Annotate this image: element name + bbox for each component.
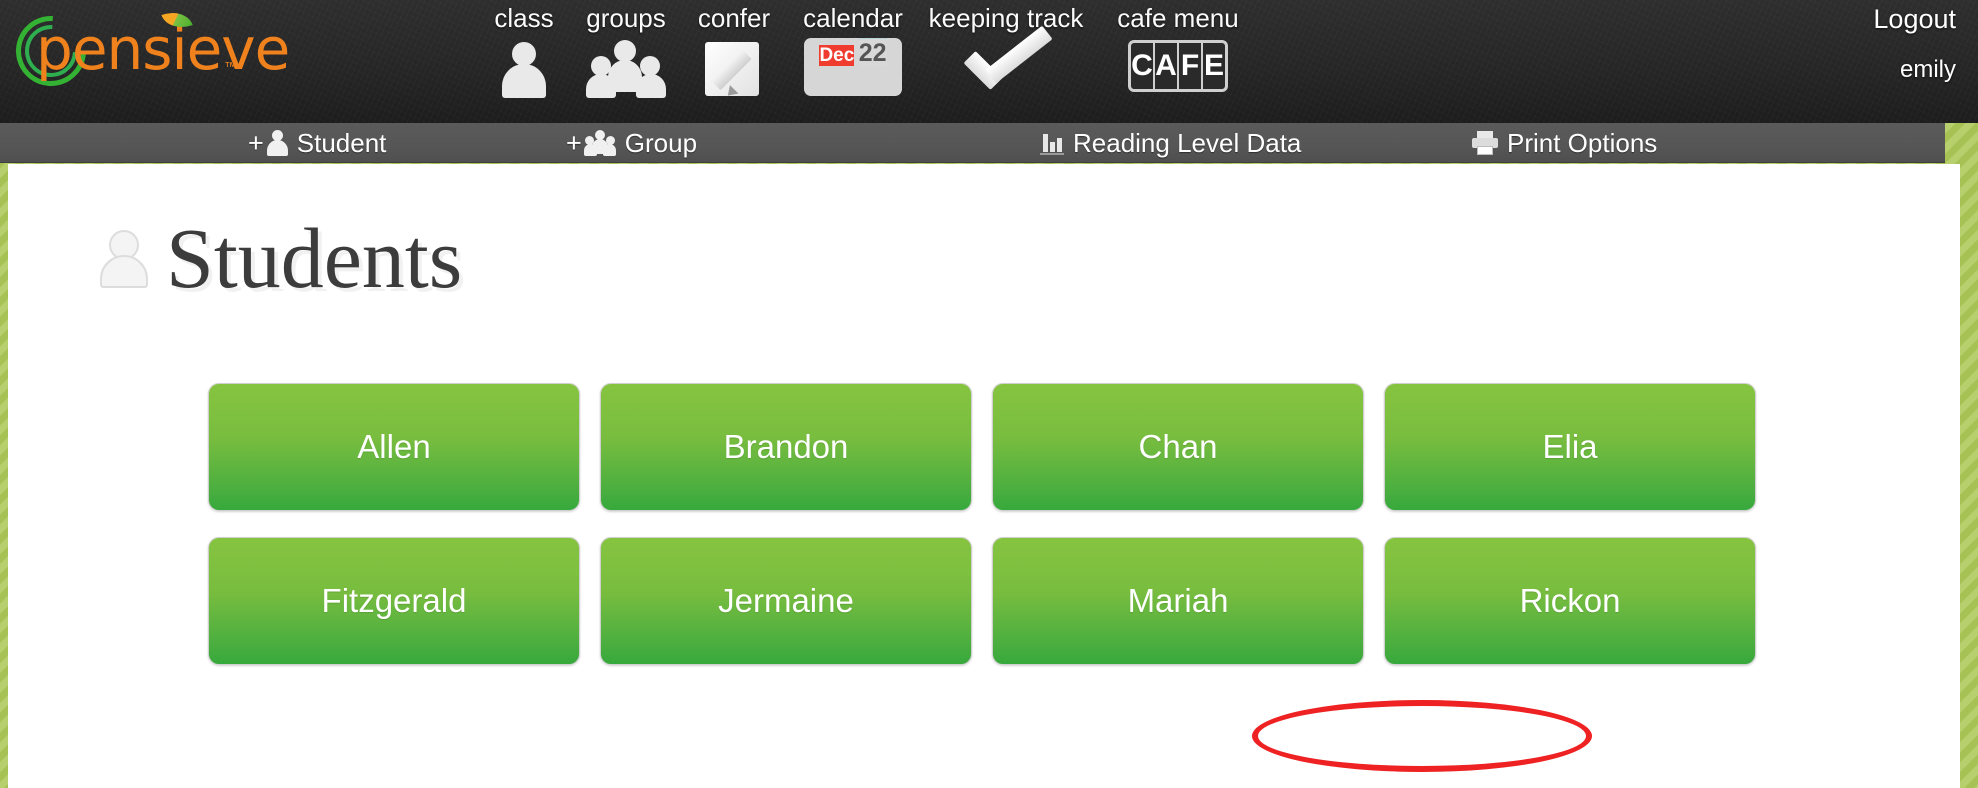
top-header: pensieve ™ class groups confer calendar [0,0,1978,123]
student-button[interactable]: Elia [1384,383,1756,511]
add-student-label: Student [296,127,387,158]
print-options-button[interactable]: Print Options [1472,123,1657,163]
cafe-letter-a: A [1155,43,1179,89]
reading-level-data-label: Reading Level Data [1073,127,1302,158]
student-grid: Allen Brandon Chan Elia Fitzgerald Jerma… [208,383,1778,665]
add-student-button[interactable]: + Student [248,123,386,163]
nav-item-keeping-track-label: keeping track [928,3,1084,33]
bar-chart-icon [1040,131,1064,155]
add-group-plus: + [566,127,582,158]
cafe-icon: C A F E [1078,38,1278,100]
page-title-row: Students [100,212,462,304]
cafe-letter-e: E [1203,49,1224,82]
add-group-button[interactable]: + Group [566,123,697,163]
student-button[interactable]: Rickon [1384,537,1756,665]
nav-item-keeping-track[interactable]: keeping track [906,0,1106,110]
logout-button[interactable]: Logout [1873,2,1956,36]
add-group-label: Group [624,127,698,158]
cafe-letter-c: C [1131,43,1155,89]
add-group-icon [583,130,616,156]
page-title: Students [166,210,463,306]
calendar-month: Dec [819,45,855,66]
current-username: emily [1899,56,1956,83]
print-options-label: Print Options [1507,127,1658,158]
app-logo[interactable]: pensieve ™ [1,1,298,101]
reading-level-data-button[interactable]: Reading Level Data [1040,123,1301,163]
nav-item-cafe-menu[interactable]: cafe menu C A F E [1078,0,1278,110]
student-button[interactable]: Chan [992,383,1364,511]
printer-icon [1472,131,1498,155]
sub-nav-bar: + Student + Group Reading Level Data Pri… [0,123,1945,163]
calendar-day: 22 [858,38,887,67]
add-person-icon [266,130,288,156]
student-button[interactable]: Allen [208,383,580,511]
checkmark-icon [906,25,1106,100]
student-button[interactable]: Mariah [992,537,1364,665]
student-button[interactable]: Jermaine [600,537,972,665]
student-button[interactable]: Fitzgerald [208,537,580,665]
cafe-letter-f: F [1179,43,1203,89]
add-student-plus: + [248,127,264,158]
logo-trademark: ™ [224,59,237,74]
nav-item-cafe-menu-label: cafe menu [1117,3,1239,33]
student-person-icon [100,228,148,288]
top-nav: class groups confer calendar Dec 22 keep… [494,0,1500,123]
student-button[interactable]: Brandon [600,383,972,511]
main-content-panel: Students Allen Brandon Chan Elia Fitzger… [8,164,1960,788]
logo-wordmark: pensieve [36,15,290,83]
